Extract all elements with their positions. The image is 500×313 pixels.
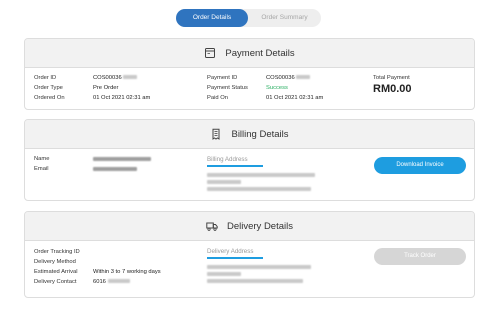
delivery-address-title: Delivery Address [207, 248, 254, 255]
track-order-button[interactable]: Track Order [374, 248, 466, 265]
payment-status-label: Payment Status [207, 85, 248, 91]
redacted-address-line [207, 173, 315, 177]
email-label: Email [34, 166, 49, 172]
redacted-text [123, 75, 138, 80]
download-invoice-button[interactable]: Download Invoice [374, 157, 466, 174]
payment-details-card: Payment Details Order ID COS00036 Order … [24, 38, 475, 110]
ordered-on-value: 01 Oct 2021 02:31 am [93, 95, 151, 101]
redacted-address-line [207, 272, 241, 276]
order-tabs: Order Details Order Summary [176, 9, 321, 27]
redacted-email [93, 167, 137, 171]
payment-status-value: Success [266, 85, 288, 91]
delivery-details-title: Delivery Details [227, 220, 293, 232]
payment-id-label: Payment ID [207, 75, 238, 81]
paid-on-value: 01 Oct 2021 02:31 am [266, 95, 324, 101]
payment-id-value: COS00036 [266, 75, 311, 81]
redacted-address-line [207, 279, 303, 283]
billing-address-title: Billing Address [207, 156, 248, 163]
billing-address-underline [207, 165, 263, 167]
order-id-label: Order ID [34, 75, 57, 81]
document-icon [205, 48, 216, 58]
delivery-details-card: Delivery Details Order Tracking ID Deliv… [24, 211, 475, 298]
paid-on-label: Paid On [207, 95, 228, 101]
delivery-method-label: Delivery Method [34, 259, 76, 265]
truck-icon [206, 222, 218, 231]
redacted-address-line [207, 265, 311, 269]
order-type-label: Order Type [34, 85, 63, 91]
redacted-text [296, 75, 311, 80]
total-payment-label: Total Payment [373, 75, 410, 81]
order-type-value: Pre Order [93, 85, 119, 91]
tab-order-details[interactable]: Order Details [176, 9, 248, 27]
total-payment-value: RM0.00 [373, 83, 412, 95]
delivery-contact-label: Delivery Contact [34, 279, 77, 285]
payment-details-title: Payment Details [225, 47, 295, 59]
redacted-address-line [207, 187, 311, 191]
ordered-on-label: Ordered On [34, 95, 65, 101]
billing-details-title: Billing Details [231, 128, 289, 140]
estimated-arrival-label: Estimated Arrival [34, 269, 78, 275]
redacted-address-line [207, 180, 241, 184]
redacted-text [107, 279, 130, 284]
billing-details-header: Billing Details [25, 120, 474, 149]
delivery-contact-value: 6016 [93, 279, 130, 285]
receipt-icon [212, 128, 220, 140]
redacted-name [93, 157, 151, 161]
name-label: Name [34, 156, 50, 162]
payment-details-header: Payment Details [25, 39, 474, 68]
delivery-address-underline [207, 257, 263, 259]
tab-order-summary[interactable]: Order Summary [248, 9, 321, 27]
delivery-details-header: Delivery Details [25, 212, 474, 241]
order-id-value: COS00036 [93, 75, 138, 81]
billing-details-card: Billing Details Name Email Billing Addre… [24, 119, 475, 201]
tracking-id-label: Order Tracking ID [34, 249, 80, 255]
estimated-arrival-value: Within 3 to 7 working days [93, 269, 161, 275]
